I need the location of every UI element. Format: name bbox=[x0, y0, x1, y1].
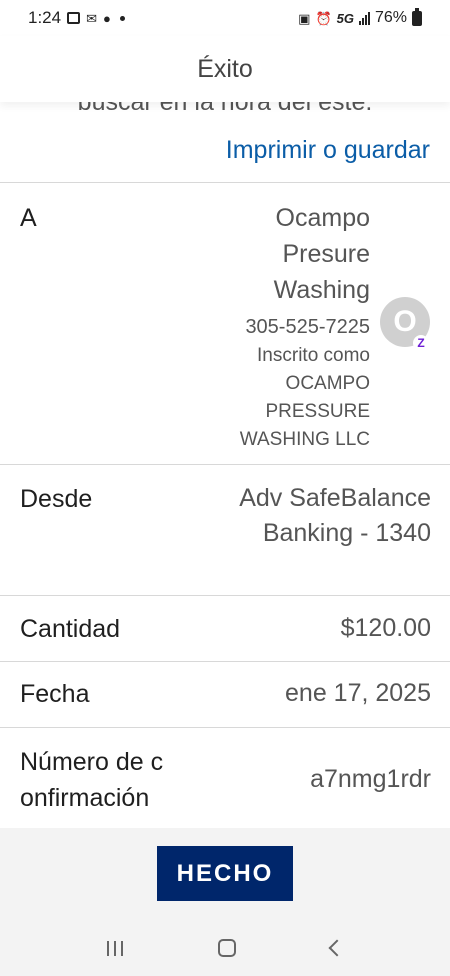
recent-apps-icon[interactable] bbox=[107, 940, 124, 956]
home-icon[interactable] bbox=[217, 939, 236, 957]
to-row: A Ocampo Presure Washing 305-525-7225 In… bbox=[0, 182, 450, 465]
zelle-badge-icon: Z bbox=[413, 335, 429, 351]
confirmation-label: Número de c onfirmación bbox=[20, 744, 200, 816]
alarm-icon: ⏰ bbox=[315, 10, 332, 26]
payee-registered-line: OCAMPO bbox=[285, 373, 370, 394]
payee-name-line: Ocampo bbox=[275, 204, 370, 232]
confirmation-label-line: Número de c bbox=[20, 748, 164, 776]
confirmation-details[interactable]: buscar en la hora del este. Imprimir o g… bbox=[0, 102, 450, 828]
gallery-notification-icon bbox=[67, 12, 81, 24]
back-icon[interactable] bbox=[328, 939, 346, 957]
payee-registered-line: WASHING LLC bbox=[239, 429, 370, 450]
confirmation-number: a7nmg1rdr bbox=[310, 765, 431, 793]
footer: HECHO bbox=[0, 828, 450, 920]
payee-phone: 305-525-7225 bbox=[245, 316, 370, 338]
payee-registered-line: Inscrito como bbox=[257, 345, 370, 366]
from-label: Desde bbox=[20, 485, 93, 513]
to-label: A bbox=[20, 204, 37, 232]
battery-saver-icon: ▣ bbox=[298, 10, 311, 26]
battery-icon bbox=[412, 7, 422, 26]
print-or-save-link[interactable]: Imprimir o guardar bbox=[226, 136, 430, 165]
date-label: Fecha bbox=[20, 680, 90, 708]
date-row: Fecha ene 17, 2025 bbox=[0, 661, 450, 727]
payee-name-line: Presure bbox=[282, 240, 370, 268]
status-time: 1:24 bbox=[28, 8, 62, 27]
date-value: ene 17, 2025 bbox=[285, 679, 431, 707]
from-account: Adv SafeBalance Banking - 1340 bbox=[239, 481, 431, 551]
done-button[interactable]: HECHO bbox=[157, 846, 293, 901]
system-nav-bar bbox=[0, 920, 450, 976]
payee-registered-line: PRESSURE bbox=[265, 401, 370, 422]
amount-value: $120.00 bbox=[340, 614, 431, 642]
signal-icon bbox=[358, 11, 370, 25]
gmail-notification-icon: ✉ bbox=[86, 10, 97, 26]
page-title: Éxito bbox=[197, 54, 253, 83]
status-left: 1:24 ✉ ● bbox=[28, 8, 125, 28]
from-row: Desde Adv SafeBalance Banking - 1340 bbox=[0, 464, 450, 595]
confirmation-row: Número de c onfirmación a7nmg1rdr bbox=[0, 727, 450, 828]
amount-label: Cantidad bbox=[20, 615, 121, 643]
from-account-line: Adv SafeBalance bbox=[239, 484, 431, 512]
confirmation-label-line: onfirmación bbox=[20, 784, 150, 812]
payee-info: Ocampo Presure Washing 305-525-7225 Insc… bbox=[150, 200, 370, 454]
from-account-line: Banking - 1340 bbox=[262, 519, 431, 547]
chat-notification-icon: ● bbox=[103, 10, 111, 26]
amount-row: Cantidad $120.00 bbox=[0, 595, 450, 661]
battery-percent: 76% bbox=[374, 9, 407, 26]
payee-name-line: Washing bbox=[273, 276, 370, 304]
page-header: Éxito bbox=[0, 36, 450, 102]
cut-off-message: buscar en la hora del este. bbox=[77, 102, 373, 116]
status-right: ▣ ⏰ 5G 76% bbox=[298, 7, 422, 27]
status-bar: 1:24 ✉ ● ▣ ⏰ 5G 76% bbox=[0, 0, 450, 36]
more-notifications-icon bbox=[119, 15, 125, 21]
network-type: 5G bbox=[336, 10, 354, 26]
